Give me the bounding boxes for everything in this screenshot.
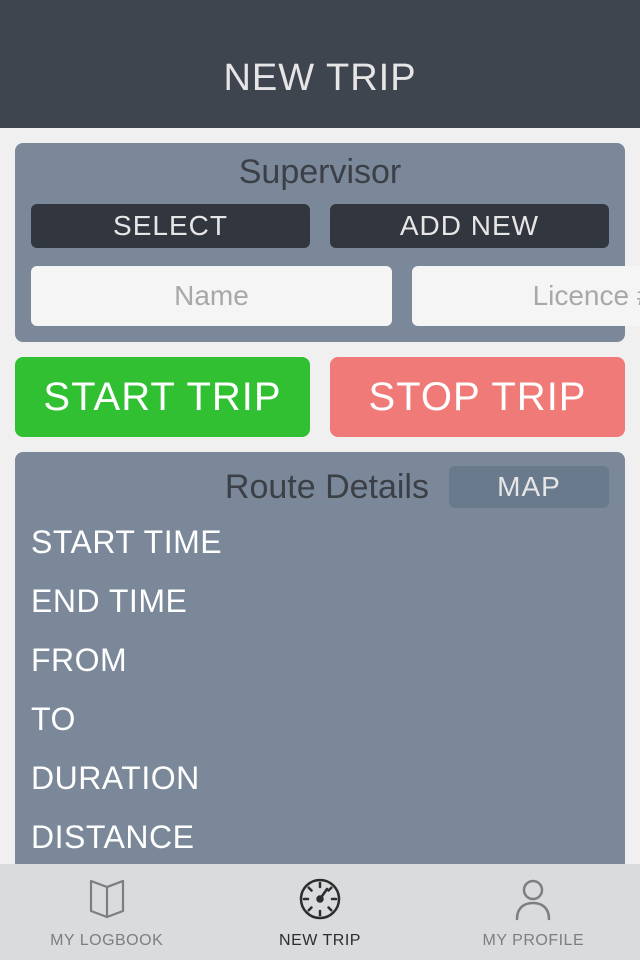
add-new-supervisor-button[interactable]: ADD NEW xyxy=(330,204,609,248)
route-to-label: TO xyxy=(31,701,609,738)
trip-buttons-row: START TRIP STOP TRIP xyxy=(15,357,625,437)
supervisor-button-row: SELECT ADD NEW xyxy=(31,204,609,248)
content-area: Supervisor SELECT ADD NEW START TRIP STO… xyxy=(0,128,640,864)
route-duration-label: DURATION xyxy=(31,760,609,797)
tab-my-logbook-label: MY LOGBOOK xyxy=(50,932,163,950)
route-distance-label: DISTANCE xyxy=(31,819,609,856)
tab-new-trip-label: NEW TRIP xyxy=(279,932,361,950)
supervisor-licence-input[interactable] xyxy=(412,266,640,326)
stop-trip-button[interactable]: STOP TRIP xyxy=(330,357,625,437)
person-icon xyxy=(509,875,557,928)
select-supervisor-button[interactable]: SELECT xyxy=(31,204,310,248)
route-details-card: Route Details MAP START TIME END TIME FR… xyxy=(15,452,625,864)
route-details-title: Route Details xyxy=(225,468,429,507)
tab-bar: MY LOGBOOK NEW TRIP xyxy=(0,864,640,960)
route-start-time-label: START TIME xyxy=(31,524,609,561)
map-button[interactable]: MAP xyxy=(449,466,609,508)
app-header: NEW TRIP xyxy=(0,0,640,128)
gauge-icon xyxy=(296,875,344,928)
route-end-time-label: END TIME xyxy=(31,583,609,620)
route-from-label: FROM xyxy=(31,642,609,679)
route-fields-list: START TIME END TIME FROM TO DURATION DIS… xyxy=(31,524,609,856)
tab-new-trip[interactable]: NEW TRIP xyxy=(213,864,426,960)
page-title: NEW TRIP xyxy=(223,57,416,100)
tab-my-profile[interactable]: MY PROFILE xyxy=(427,864,640,960)
tab-my-profile-label: MY PROFILE xyxy=(483,932,585,950)
supervisor-card: Supervisor SELECT ADD NEW xyxy=(15,143,625,342)
tab-my-logbook[interactable]: MY LOGBOOK xyxy=(0,864,213,960)
supervisor-name-input[interactable] xyxy=(31,266,392,326)
start-trip-button[interactable]: START TRIP xyxy=(15,357,310,437)
route-header: Route Details MAP xyxy=(31,466,609,508)
supervisor-input-row xyxy=(31,266,609,326)
book-icon xyxy=(83,875,131,928)
supervisor-title: Supervisor xyxy=(31,153,609,192)
